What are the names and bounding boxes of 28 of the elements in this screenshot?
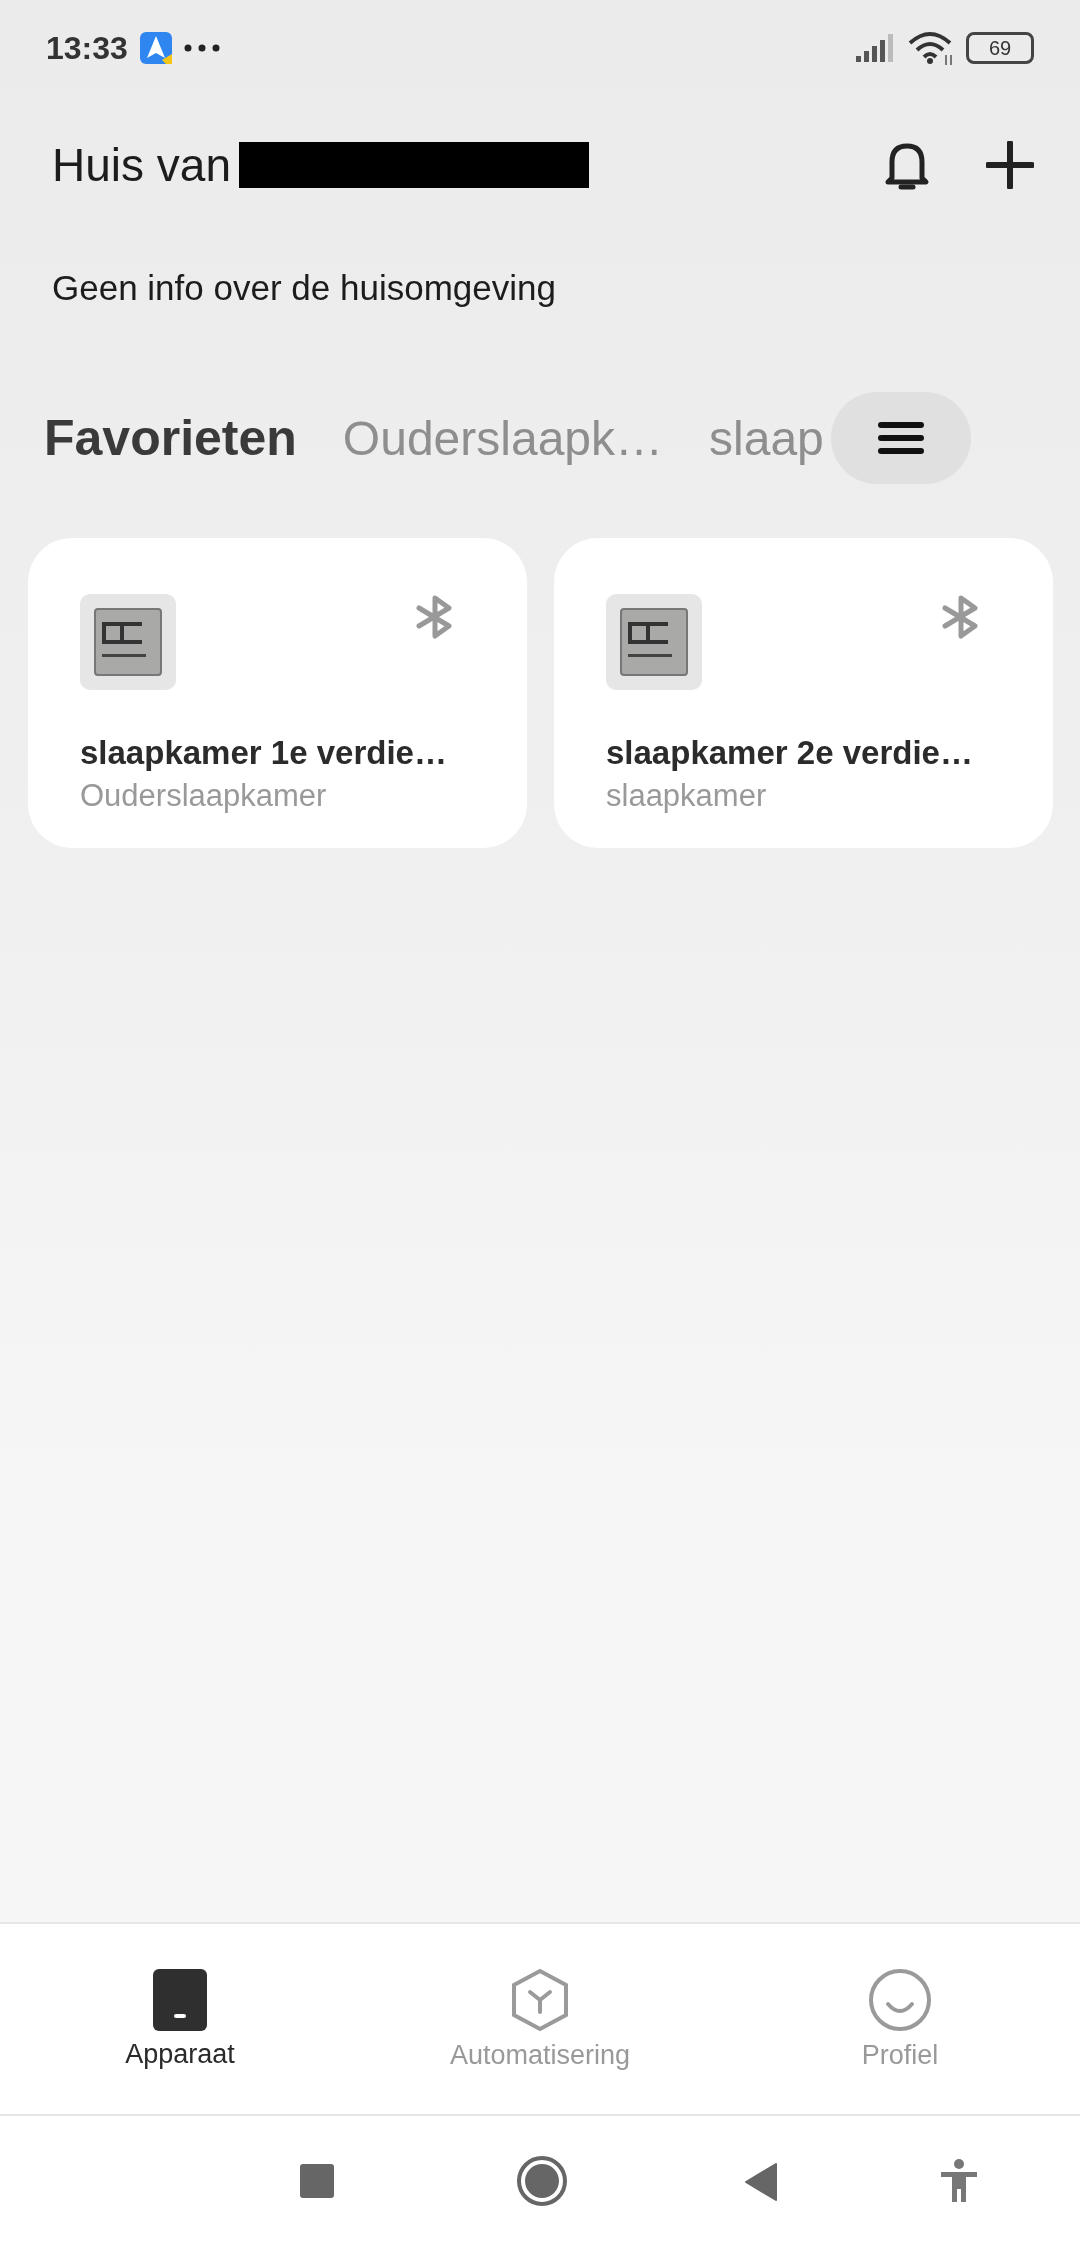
home-title: Huis van [52,138,231,192]
device-card[interactable]: slaapkamer 2e verdie… slaapkamer [554,538,1053,848]
back-button[interactable] [744,2162,778,2202]
battery-indicator: 69 [966,32,1034,64]
device-icon [153,1968,207,2031]
room-tab[interactable]: Favorieten [44,409,343,467]
home-button[interactable] [516,2155,568,2207]
status-time: 13:33 [46,29,128,67]
menu-icon[interactable] [877,421,925,455]
thermometer-icon [80,594,176,690]
accessibility-button[interactable] [940,2159,978,2203]
device-name: slaapkamer 2e verdie… [606,734,974,772]
device-card[interactable]: slaapkamer 1e verdie… Ouderslaapkamer [28,538,527,848]
nav-tab[interactable]: Apparaat [0,1924,360,2114]
bluetooth-icon [941,594,981,640]
device-room: slaapkamer [606,778,768,814]
add-button[interactable] [986,141,1034,189]
more-icon [183,44,220,52]
bluetooth-icon [415,594,455,640]
wifi-icon [908,31,954,65]
thermometer-icon [606,594,702,690]
signal-icon [856,34,896,62]
paper-plane-icon [139,32,172,64]
hexagon-icon [511,1967,569,2032]
device-room: Ouderslaapkamer [80,778,328,814]
device-name: slaapkamer 1e verdie… [80,734,448,772]
smiley-icon [868,1967,932,2032]
home-info: Geen info over de huisomgeving [51,267,557,308]
